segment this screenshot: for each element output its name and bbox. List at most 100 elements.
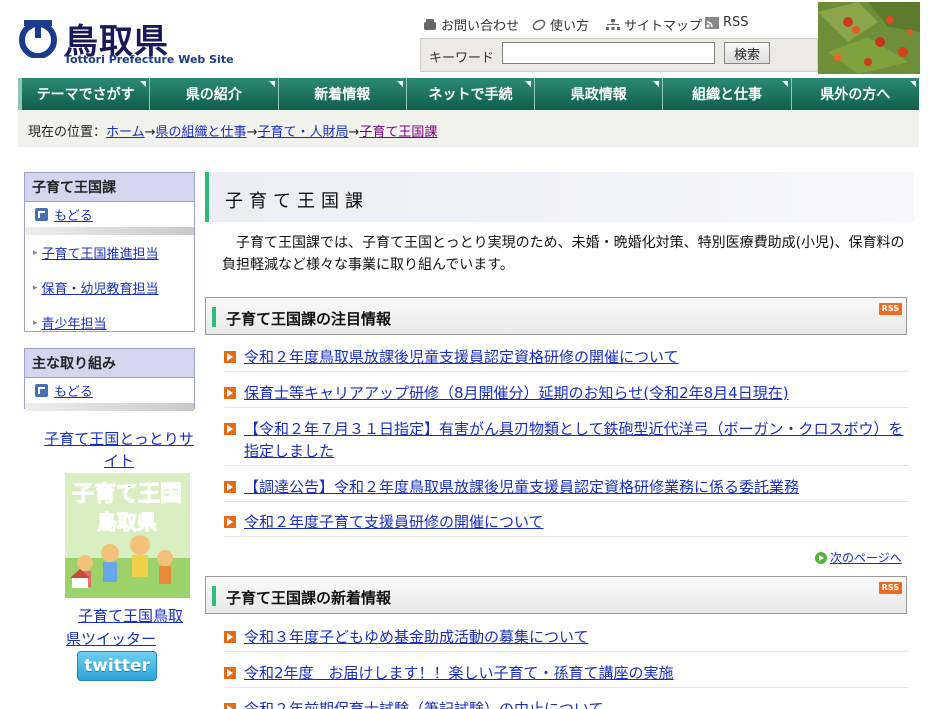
sidebar-box-title: 子育て王国課 — [25, 173, 194, 202]
breadcrumb-separator: → — [348, 125, 360, 140]
util-howto[interactable]: 使い方 — [532, 15, 589, 34]
sidebar-box-initiatives: 主な取り組み もどる — [24, 348, 195, 411]
util-rss[interactable]: RSS — [705, 15, 749, 30]
news-link[interactable]: 令和２年度鳥取県放課後児童支援員認定資格研修の開催について — [244, 348, 679, 366]
global-nav: テーマでさがす 県の紹介 新着情報 ネットで手続 県政情報 組織と仕事 県外の方… — [18, 78, 919, 110]
nav-organization[interactable]: 組織と仕事 — [663, 78, 792, 110]
nav-outside[interactable]: 県外の方へ — [792, 78, 919, 110]
news-item[interactable]: 【令和２年７月３１日指定】有害がん具刃物類として鉄砲型近代洋弓（ボーガン・クロス… — [224, 418, 908, 466]
banner-subtitle: 鳥取県 — [97, 510, 157, 534]
breadcrumb-separator: → — [144, 125, 156, 140]
phone-icon — [423, 18, 437, 31]
sidebar-item-promotion[interactable]: ▸ 子育て王国推進担当 — [25, 235, 194, 270]
sidebar-item-label[interactable]: 青少年担当 — [42, 313, 107, 332]
sidebar-item-label[interactable]: 保育・幼児教育担当 — [42, 278, 159, 297]
breadcrumb-separator: → — [246, 125, 258, 140]
sidebar-back-label[interactable]: もどる — [54, 205, 93, 224]
tottori-logo-icon[interactable] — [18, 18, 58, 58]
news-item[interactable]: 令和２年度鳥取県放課後児童支援員認定資格研修の開催について — [224, 346, 908, 372]
breadcrumb-bureau[interactable]: 子育て・人財局 — [257, 125, 348, 140]
arrow-right-icon — [224, 423, 236, 435]
twitter-button[interactable]: twitter — [77, 651, 157, 681]
back-arrow-icon — [35, 208, 48, 221]
util-contact-label: お問い合わせ — [441, 19, 520, 34]
twitter-logo-text: twitter — [84, 656, 150, 676]
help-icon — [532, 19, 546, 31]
arrow-right-icon — [224, 387, 236, 399]
breadcrumb-home[interactable]: ホーム — [106, 125, 145, 140]
breadcrumb-prefix: 現在の位置： — [28, 125, 107, 140]
news-link[interactable]: 令和２年前期保育士試験（筆記試験）の中止について — [244, 700, 604, 709]
nav-govinfo[interactable]: 県政情報 — [535, 78, 664, 110]
sidebar-box-division: 子育て王国課 もどる ▸ 子育て王国推進担当 ▸ 保育・幼児教育担当 ▸ 青少年担当 — [24, 172, 195, 332]
section-header-featured: 子育て王国課の注目情報 RSS — [205, 297, 907, 335]
sitemap-icon — [606, 18, 620, 31]
page-title: 子育て王国課 — [225, 191, 369, 212]
sidebar-item-label[interactable]: 子育て王国推進担当 — [42, 243, 159, 262]
section-title: 子育て王国課の新着情報 — [226, 589, 392, 607]
triangle-right-icon: ▸ — [33, 282, 38, 293]
section-accent-bar — [212, 586, 216, 606]
header-photo-berries — [818, 2, 920, 74]
sidebar-back-link[interactable]: もどる — [25, 378, 194, 403]
news-item[interactable]: 令和2年度 お届けします！！楽しい子育て・孫育て講座の実施 — [224, 662, 908, 688]
arrow-right-icon — [224, 351, 236, 363]
sidebar-divider — [25, 403, 194, 411]
arrow-right-icon — [224, 481, 236, 493]
util-rss-label: RSS — [723, 15, 749, 30]
arrow-right-icon — [224, 667, 236, 679]
util-contact[interactable]: お問い合わせ — [423, 15, 519, 34]
rss-badge[interactable]: RSS — [878, 582, 902, 594]
search-input[interactable] — [502, 42, 715, 64]
arrow-right-icon — [224, 631, 236, 643]
util-howto-label: 使い方 — [550, 19, 590, 34]
news-link[interactable]: 【令和２年７月３１日指定】有害がん具刃物類として鉄砲型近代洋弓（ボーガン・クロス… — [244, 420, 904, 460]
news-link[interactable]: 令和２年度子育て支援員研修の開催について — [244, 513, 544, 531]
nav-news[interactable]: 新着情報 — [279, 78, 407, 110]
breadcrumb: 現在の位置：ホーム→県の組織と仕事→子育て・人財局→子育て王国課 — [18, 110, 919, 147]
play-circle-icon — [815, 551, 827, 564]
sidebar-item-youth[interactable]: ▸ 青少年担当 — [25, 305, 194, 340]
triangle-right-icon: ▸ — [33, 247, 38, 258]
breadcrumb-organization[interactable]: 県の組織と仕事 — [156, 125, 247, 140]
kosodate-kingdom-banner[interactable]: 子育て王国 鳥取県 — [65, 473, 190, 598]
sidebar-back-label[interactable]: もどる — [54, 381, 93, 400]
banner-title: 子育て王国 — [72, 481, 182, 507]
intro-text: 子育て王国課では、子育て王国とっとり実現のため、未婚・晩婚化対策、特別医療費助成… — [222, 235, 905, 273]
nav-intro[interactable]: 県の紹介 — [150, 78, 279, 110]
news-item[interactable]: 令和３年度子どもゆめ基金助成活動の募集について — [224, 626, 908, 652]
news-item[interactable]: 令和２年前期保育士試験（筆記試験）の中止について — [224, 698, 908, 709]
search-button[interactable]: 検索 — [724, 42, 770, 64]
util-sitemap-label: サイトマップ — [624, 19, 703, 34]
breadcrumb-current[interactable]: 子育て王国課 — [359, 125, 437, 140]
back-arrow-icon — [35, 384, 48, 397]
news-link[interactable]: 令和３年度子どもゆめ基金助成活動の募集について — [244, 628, 589, 646]
site-name-en: Tottori Prefecture Web Site — [64, 53, 234, 66]
section-title: 子育て王国課の注目情報 — [226, 310, 392, 328]
nav-theme[interactable]: テーマでさがす — [18, 78, 151, 110]
next-page-link[interactable]: 次のページへ — [815, 549, 902, 566]
nav-online[interactable]: ネットで手続 — [407, 78, 536, 110]
news-item[interactable]: 保育士等キャリアアップ研修（8月開催分）延期のお知らせ(令和2年8月4日現在) — [224, 382, 908, 408]
section-header-latest: 子育て王国課の新着情報 RSS — [205, 576, 907, 614]
rss-icon — [705, 16, 719, 29]
rss-badge[interactable]: RSS — [878, 303, 902, 315]
news-link[interactable]: 令和2年度 お届けします！！楽しい子育て・孫育て講座の実施 — [244, 664, 674, 682]
kosodate-twitter-link[interactable]: 子育て王国鳥取県ツイッター — [66, 605, 194, 651]
news-item[interactable]: 【調達公告】令和２年度鳥取県放課後児童支援員認定資格研修業務に係る委託業務 — [224, 476, 908, 502]
sidebar-item-childcare[interactable]: ▸ 保育・幼児教育担当 — [25, 270, 194, 305]
news-link[interactable]: 【調達公告】令和２年度鳥取県放課後児童支援員認定資格研修業務に係る委託業務 — [244, 478, 799, 496]
next-page-label[interactable]: 次のページへ — [830, 549, 902, 566]
sidebar-back-link[interactable]: もどる — [25, 202, 194, 227]
arrow-right-icon — [224, 516, 236, 528]
section-accent-bar — [212, 307, 216, 327]
sidebar-divider — [25, 227, 194, 235]
arrow-right-icon — [224, 703, 236, 709]
triangle-right-icon: ▸ — [33, 317, 38, 328]
news-item[interactable]: 令和２年度子育て支援員研修の開催について — [224, 511, 908, 537]
kosodate-site-link[interactable]: 子育て王国とっとりサイト — [44, 428, 194, 472]
sidebar-box-title: 主な取り組み — [25, 349, 194, 378]
news-link[interactable]: 保育士等キャリアアップ研修（8月開催分）延期のお知らせ(令和2年8月4日現在) — [244, 384, 789, 402]
util-sitemap[interactable]: サイトマップ — [606, 15, 702, 34]
search-label: キーワード — [429, 51, 495, 66]
